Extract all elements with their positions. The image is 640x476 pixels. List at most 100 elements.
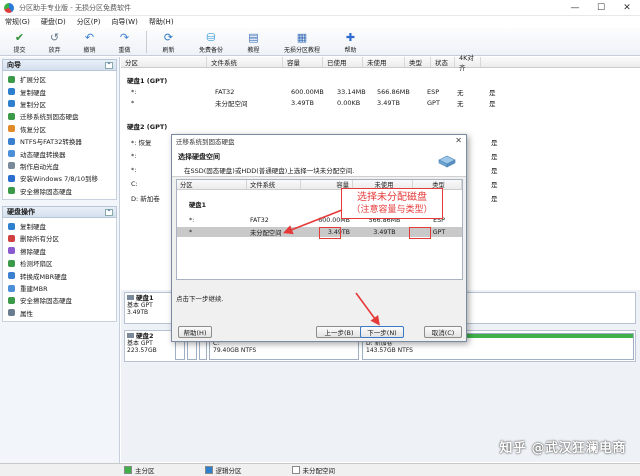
wizard-panel-title: 向导 [7,61,21,69]
legend-primary-label: 主分区 [135,467,155,475]
disk-op-label: 擦除硬盘 [20,247,46,256]
maximize-icon[interactable]: ☐ [588,0,614,16]
redo-button[interactable]: ↷ 重做 [107,28,142,55]
dynamic-disk-icon [8,150,15,158]
undo-label: 撤销 [83,47,96,54]
table-row[interactable]: *: FAT32 600.00MB 33.14MB 566.86MB ESP 无… [121,86,640,97]
cell-4k-align: 是 [491,194,498,203]
previous-button[interactable]: 上一步(B) [316,326,362,338]
toolbar: ✔ 提交 ↺ 放弃 ↶ 撤销 ↷ 重做 ⟳ 刷新 ⛁ 免费备份 ▤ 教程 ▦ 无… [0,28,640,56]
disk-op-copy-disk[interactable]: 复制硬盘 [3,220,116,232]
next-button[interactable]: 下一步(N) [360,326,404,338]
disk1-info: 硬盘1 基本 GPT 3.49TB [127,295,171,316]
disk-op-wipe-disk[interactable]: 擦除硬盘 [3,245,116,257]
menu-partition[interactable]: 分区(P) [77,17,101,27]
table-row[interactable]: * 未分配空间 3.49TB 0.00KB 3.49TB GPT 无 是 [121,97,640,108]
dialog-title-bar: 迁移系统到固态硬盘 ✕ [172,135,466,147]
undo-button[interactable]: ↶ 撤销 [72,28,107,55]
wizard-item-recover-partition[interactable]: 恢复分区 [3,123,116,135]
help-button[interactable]: ✚ 帮助 [333,28,368,55]
disk-ops-list: 复制硬盘 删除所有分区 擦除硬盘 检测坏扇区 转换成MBR硬盘 重建MBR 安全… [2,217,117,323]
window-controls: — ☐ ✕ [562,0,640,16]
wizard-item-label: 复制分区 [20,100,46,109]
dialog-title: 迁移系统到固态硬盘 [176,138,235,146]
disk-op-bad-sector[interactable]: 检测坏扇区 [3,257,116,269]
cell-partition: *: [131,87,137,96]
wizard-item-copy-partition[interactable]: 复制分区 [3,98,116,110]
menu-help[interactable]: 帮助(H) [149,17,174,27]
tutorial-button[interactable]: ▤ 教程 [236,28,271,55]
disk-op-secure-erase[interactable]: 安全擦除固态硬盘 [3,294,116,306]
disk-op-convert-mbr[interactable]: 转换成MBR硬盘 [3,269,116,281]
close-icon[interactable]: ✕ [614,0,640,16]
menu-disk[interactable]: 硬盘(D) [41,17,66,27]
menu-wizard[interactable]: 向导(W) [111,17,137,27]
disk2-size: 223.57GB [127,347,157,354]
partition-guide-button[interactable]: ▦ 无损分区教程 [271,28,333,55]
status-bar: 主分区 逻辑分区 未分配空间 [0,463,640,476]
wizard-item-migrate-os[interactable]: 迁移系统到固态硬盘 [3,110,116,122]
dialog-step-desc: 在SSD(固态硬盘)或HDD(普通硬盘)上选择一块未分配空间. [184,167,355,175]
help-button[interactable]: 帮助(H) [178,326,212,338]
window-title: 分区助手专业版 - 无损分区免费软件 [19,3,131,12]
cell-unused: 3.49TB [377,98,400,107]
disk-op-rebuild-mbr[interactable]: 重建MBR [3,282,116,294]
tutorial-label: 教程 [247,47,260,54]
wizard-panel-header[interactable]: 向导 ⌃ [2,59,117,71]
col-4k-align[interactable]: 4K对齐 [455,54,481,72]
cell-status: 无 [457,88,464,97]
cancel-button[interactable]: 取消(C) [424,326,462,338]
col-unused[interactable]: 未使用 [363,57,405,67]
help-icon: ✚ [345,31,356,44]
cell-4k-align: 是 [491,180,498,189]
redo-icon: ↷ [119,31,130,44]
wizard-item-boot-cd[interactable]: 制作启动光盘 [3,160,116,172]
copy-disk-icon [8,88,15,96]
minimize-icon[interactable]: — [562,0,588,16]
disk-icon [127,333,134,338]
disk2-section: 硬盘2 (GPT) [127,123,168,131]
dialog-header: 选择硬盘空间 在SSD(固态硬盘)或HDD(普通硬盘)上选择一块未分配空间. [172,147,466,177]
col-status[interactable]: 状态 [431,57,455,67]
refresh-button[interactable]: ⟳ 刷新 [151,28,186,55]
disk2-style: 基本 GPT [127,340,153,347]
commit-button[interactable]: ✔ 提交 [2,28,37,55]
cell-filesystem: FAT32 [215,87,235,96]
legend-unallocated-label: 未分配空间 [302,467,336,475]
copy-partition-icon [8,100,15,108]
discard-button[interactable]: ↺ 放弃 [37,28,72,55]
wizard-item-dynamic-disk[interactable]: 动态硬盘转换器 [3,147,116,159]
partition-d-detail: 143.57GB NTFS [366,347,413,354]
cell-type: ESP [427,87,440,96]
disk1-size: 3.49TB [127,309,149,316]
wizard-item-extend-partition[interactable]: 扩展分区 [3,73,116,85]
col-type[interactable]: 类型 [405,57,431,67]
col-used[interactable]: 已使用 [323,57,363,67]
disk-op-delete-all[interactable]: 删除所有分区 [3,232,116,244]
disk-ops-panel-header[interactable]: 硬盘操作 ⌃ [2,205,117,218]
col-filesystem[interactable]: 文件系统 [247,180,301,189]
windows-icon [8,174,15,182]
close-icon[interactable]: ✕ [455,136,462,145]
capacity-highlight-box [319,227,341,239]
disk-op-properties[interactable]: 属性 [3,307,116,319]
wizard-item-copy-disk[interactable]: 复制硬盘 [3,85,116,97]
wizard-item-secure-erase-ssd[interactable]: 安全擦除固态硬盘 [3,185,116,197]
refresh-icon: ⟳ [163,31,174,44]
check-sector-icon [8,259,15,267]
col-partition[interactable]: 分区 [121,57,207,67]
redo-label: 重做 [118,47,131,54]
collapse-icon[interactable]: ⌃ [105,208,113,216]
cell-type: GPT [427,98,440,107]
undo-icon: ↶ [84,31,95,44]
col-capacity[interactable]: 容量 [283,57,323,67]
properties-icon [8,309,15,317]
menu-general[interactable]: 常规(G) [5,17,30,27]
col-filesystem[interactable]: 文件系统 [207,57,283,67]
collapse-icon[interactable]: ⌃ [105,62,113,69]
free-backup-button[interactable]: ⛁ 免费备份 [186,28,236,55]
col-partition[interactable]: 分区 [177,180,247,189]
wizard-item-ntfs-fat32[interactable]: NTFS与FAT32转换器 [3,135,116,147]
disk1-name: 硬盘1 [136,294,154,302]
wizard-item-windows-to-go[interactable]: 安装Windows 7/8/10到移 [3,172,116,184]
